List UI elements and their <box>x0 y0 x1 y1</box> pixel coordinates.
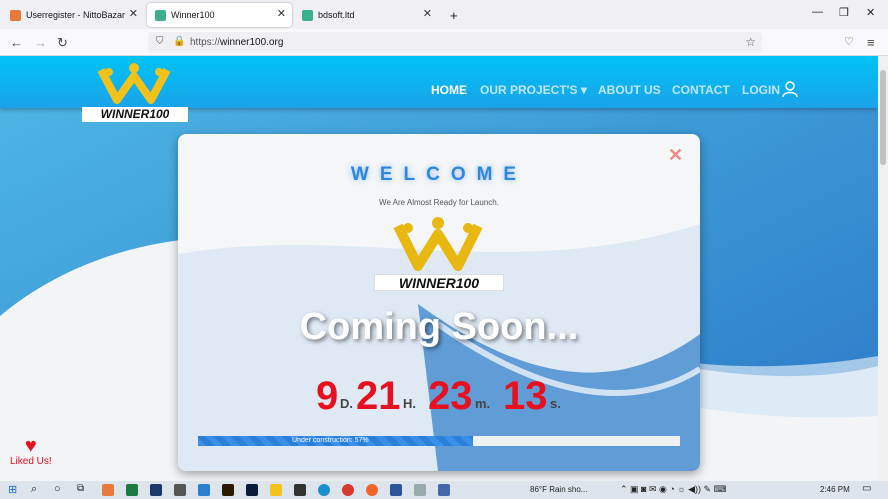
back-icon[interactable]: ← <box>10 35 23 50</box>
lock-icon[interactable]: 🔒 <box>173 36 185 47</box>
restore-icon[interactable]: ❐ <box>839 6 849 19</box>
user-icon[interactable] <box>782 81 798 97</box>
edge-icon[interactable] <box>318 484 330 496</box>
app-icon[interactable] <box>438 484 450 496</box>
close-tab-icon[interactable]: ✕ <box>423 7 432 20</box>
cortana-icon[interactable]: ○ <box>54 483 61 495</box>
liked-us-widget[interactable]: ♥ Liked Us! <box>10 436 52 467</box>
chrome-icon[interactable] <box>342 484 354 496</box>
shield-icon[interactable]: ⛉ <box>156 36 164 47</box>
menu-icon[interactable]: ≡ <box>867 35 875 50</box>
nittobazar-favicon-icon <box>10 9 21 21</box>
tab-userregister[interactable]: Userregister - NittoBazar ✕ <box>2 3 144 27</box>
pocket-icon[interactable]: ♡ <box>844 35 854 48</box>
shield-favicon-icon <box>302 9 313 21</box>
search-icon[interactable]: ⌕ <box>31 483 37 496</box>
countdown-minutes-unit: m. <box>475 396 491 411</box>
nav-contact-link[interactable]: CONTACT <box>672 83 730 97</box>
countdown-days: 9 <box>316 374 339 418</box>
new-tab-button[interactable]: + <box>442 3 458 27</box>
countdown-minutes: 23 <box>428 374 473 418</box>
new-tab-label: + <box>450 7 458 23</box>
tab-bar: Userregister - NittoBazar ✕ Winner100 ✕ … <box>0 0 888 29</box>
site-header: WINNER100 HOME OUR PROJECT'S ▾ ABOUT US … <box>0 56 878 122</box>
app-icon[interactable] <box>102 484 114 496</box>
launch-modal: ✕ WELCOME We Are Almost Ready for Launch… <box>178 134 700 471</box>
file-explorer-icon[interactable] <box>270 484 282 496</box>
tab-winner100[interactable]: Winner100 ✕ <box>147 3 292 27</box>
nav-about-us-link[interactable]: ABOUT US <box>598 83 661 97</box>
page-viewport: WINNER100 HOME OUR PROJECT'S ▾ ABOUT US … <box>0 56 878 481</box>
url-scheme: https:// <box>190 37 221 48</box>
app-icon[interactable] <box>174 484 186 496</box>
word-icon[interactable] <box>390 484 402 496</box>
countdown-hours-unit: H. <box>403 396 416 411</box>
system-tray-icons[interactable]: ⌃ ▣ ◙ ✉ ◉ ◔ ☼ ◀)) ✎ ⌨ <box>620 484 727 495</box>
photoshop-icon[interactable] <box>246 484 258 496</box>
task-view-icon[interactable]: ⧉ <box>77 483 84 494</box>
countdown-days-unit: D. <box>340 396 353 411</box>
firefox-icon[interactable] <box>366 484 378 496</box>
liked-us-label: Liked Us! <box>10 456 52 467</box>
countdown-hours: 21 <box>356 374 401 418</box>
windows-start-icon[interactable]: ⊞ <box>8 483 17 496</box>
modal-logo-text: WINNER100 <box>374 274 504 291</box>
minimize-icon[interactable]: — <box>812 6 823 18</box>
vscode-icon[interactable] <box>198 484 210 496</box>
modal-title: WELCOME <box>350 164 528 185</box>
url-text[interactable]: https://winner100.org <box>190 37 283 48</box>
tab-label: bdsoft.ltd <box>318 10 355 20</box>
winner100-logo-emblem-icon[interactable] <box>97 62 171 106</box>
close-tab-icon[interactable]: ✕ <box>277 7 286 20</box>
heart-icon[interactable]: ♥ <box>10 436 52 456</box>
tab-label: Userregister - NittoBazar <box>26 10 126 20</box>
clock-time[interactable]: 2:46 PM <box>820 485 850 494</box>
site-logo-text[interactable]: WINNER100 <box>82 107 188 122</box>
scrollbar-thumb[interactable] <box>880 70 886 165</box>
close-modal-icon[interactable]: ✕ <box>668 146 683 164</box>
nav-our-projects-link[interactable]: OUR PROJECT'S ▾ <box>480 83 587 97</box>
progress-label: Under construction: 57% <box>292 437 369 444</box>
shield-favicon-icon <box>155 9 166 21</box>
modal-subtitle: We Are Almost Ready for Launch. <box>379 198 499 207</box>
url-domain: winner100.org <box>220 37 284 48</box>
coming-soon-heading: Coming Soon... <box>299 306 579 348</box>
illustrator-icon[interactable] <box>222 484 234 496</box>
url-bar[interactable]: ⛉ 🔒 https://winner100.org ☆ <box>148 32 762 53</box>
forward-icon[interactable]: → <box>34 35 47 50</box>
taskbar: ⊞ ⌕ ○ ⧉ 86°F Rain sho... ⌃ ▣ ◙ ✉ ◉ ◔ ☼ ◀… <box>0 481 888 499</box>
close-tab-icon[interactable]: ✕ <box>129 7 138 20</box>
nav-login-link[interactable]: LOGIN <box>742 83 780 97</box>
reload-icon[interactable]: ↻ <box>57 35 68 51</box>
nav-home-link[interactable]: HOME <box>431 83 467 97</box>
countdown-seconds: 13 <box>503 374 548 418</box>
excel-icon[interactable] <box>126 484 138 496</box>
countdown-seconds-unit: s. <box>550 396 561 411</box>
navigation-bar: ← → ↻ ⛉ 🔒 https://winner100.org ☆ ♡ ≡ <box>0 29 888 56</box>
sublime-icon[interactable] <box>294 484 306 496</box>
bookmark-star-icon[interactable]: ☆ <box>745 35 756 49</box>
close-window-icon[interactable]: ✕ <box>866 6 875 19</box>
progress-bar: Under construction: 57% <box>198 436 680 446</box>
weather-text[interactable]: 86°F Rain sho... <box>530 485 587 494</box>
app-icon[interactable] <box>414 484 426 496</box>
tab-bdsoft[interactable]: bdsoft.ltd ✕ <box>294 3 438 27</box>
winner100-modal-emblem-icon <box>393 217 483 271</box>
app-icon[interactable] <box>150 484 162 496</box>
tab-label: Winner100 <box>171 10 215 20</box>
notifications-icon[interactable]: ▭ <box>862 483 871 494</box>
